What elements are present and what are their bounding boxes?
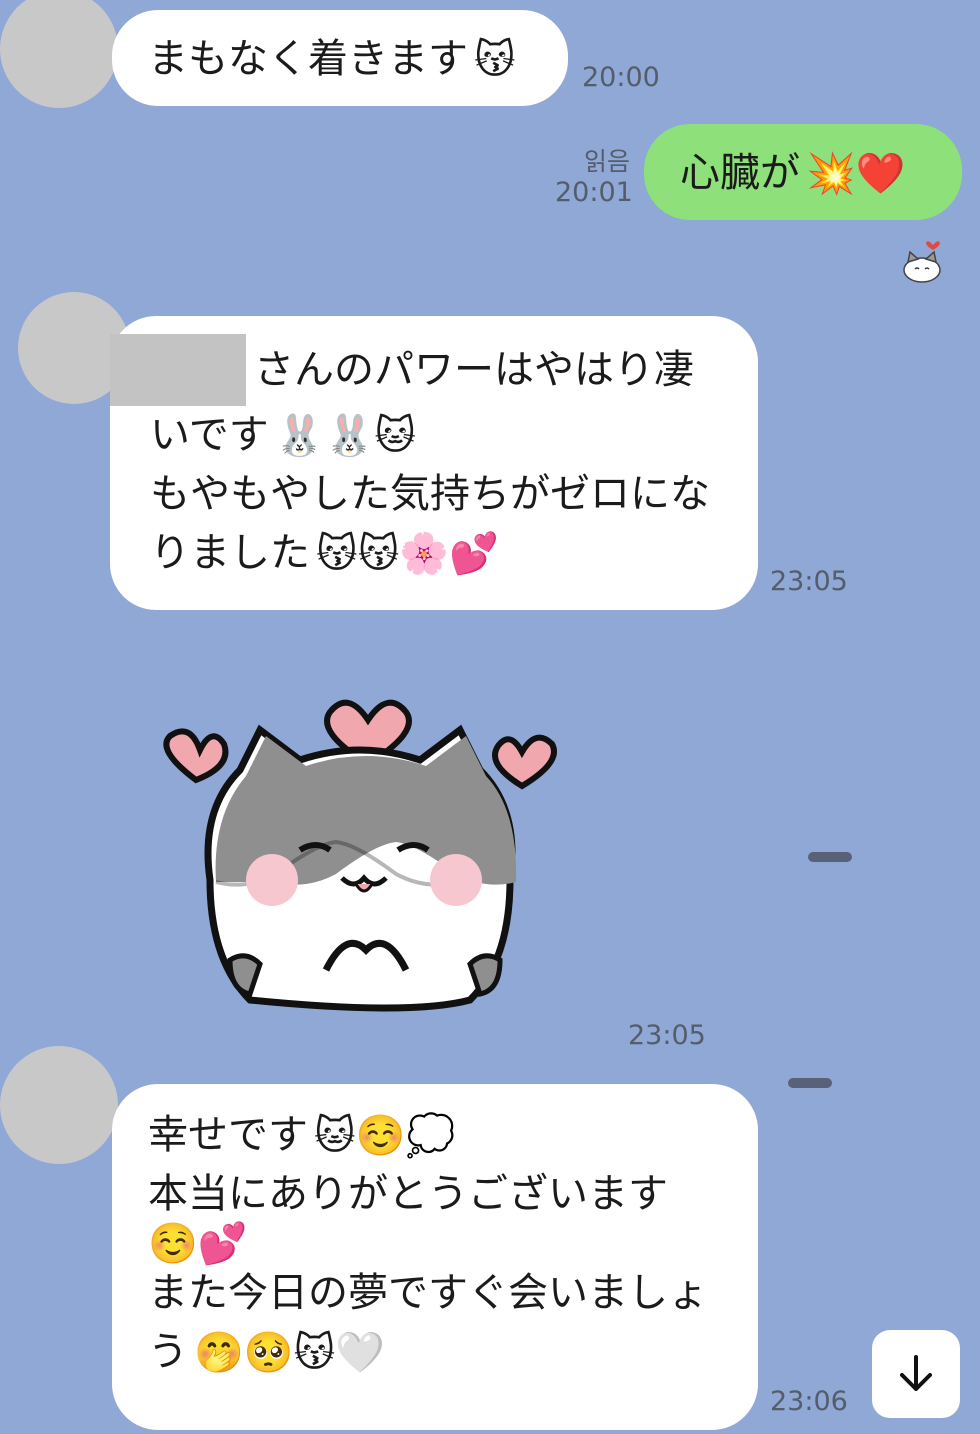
message-text: まもなく着きます bbox=[148, 36, 468, 82]
message-timestamp: 23:05 bbox=[770, 566, 848, 597]
message-timestamp: 23:06 bbox=[770, 1386, 848, 1417]
message-text: いです bbox=[150, 412, 269, 458]
message-text: 本当にありがとうございます bbox=[148, 1171, 668, 1217]
message-text: また今日の夢ですぐ会いましょ bbox=[148, 1270, 708, 1316]
message-bubble-outgoing[interactable]: 心臓が 💥❤️ bbox=[644, 124, 962, 220]
heart-icon bbox=[163, 728, 229, 784]
cat-hearts-sticker[interactable] bbox=[160, 670, 570, 1015]
message-bubble-incoming[interactable]: 幸せです 🐱☺️💭 本当にありがとうございます ☺️💕 また今日の夢ですぐ会いま… bbox=[112, 1084, 758, 1430]
scroll-to-bottom-button[interactable] bbox=[872, 1330, 960, 1418]
message-text: 心臓が bbox=[680, 150, 800, 196]
message-timestamp: 23:05 bbox=[628, 1020, 706, 1051]
avatar[interactable] bbox=[0, 1046, 118, 1164]
message-text: う bbox=[148, 1329, 188, 1375]
cat-heart-reaction-icon[interactable] bbox=[900, 238, 946, 284]
cat-flower-heart-emoji: 😽😽🌸💕 bbox=[316, 530, 500, 577]
cat-smile-thought-emoji: 🐱☺️💭 bbox=[314, 1112, 456, 1159]
background-mark bbox=[808, 852, 852, 862]
message-bubble-incoming[interactable]: さんのパワーはやはり凄 いです 🐰🐰🐱 もやもやした気持ちがゼロにな りました … bbox=[110, 316, 758, 610]
read-receipt: 읽음 bbox=[583, 147, 630, 176]
arrow-down-icon bbox=[900, 1355, 932, 1391]
message-text: さんのパワーはやはり凄 bbox=[254, 346, 694, 393]
kissing-cat-emoji: 😽 bbox=[474, 36, 516, 83]
message-bubble-incoming[interactable]: まもなく着きます 😽 bbox=[112, 10, 568, 106]
face-cat-heart-emoji: 🤭🥺😽🤍 bbox=[194, 1329, 386, 1376]
collision-heart-emoji: 💥❤️ bbox=[806, 150, 906, 197]
message-timestamp: 20:01 bbox=[555, 177, 633, 208]
rabbit-cat-sticker-emoji: 🐰🐰🐱 bbox=[274, 412, 417, 459]
redacted-name bbox=[110, 334, 246, 406]
avatar[interactable] bbox=[0, 0, 118, 108]
background-mark bbox=[788, 1078, 832, 1088]
smile-heart-emoji: ☺️💕 bbox=[148, 1221, 248, 1267]
message-text: りました bbox=[150, 530, 310, 576]
heart-icon bbox=[492, 734, 557, 790]
message-text: もやもやした気持ちがゼロにな bbox=[150, 471, 710, 517]
message-timestamp: 20:00 bbox=[582, 62, 660, 93]
message-text: 幸せです bbox=[148, 1112, 308, 1158]
